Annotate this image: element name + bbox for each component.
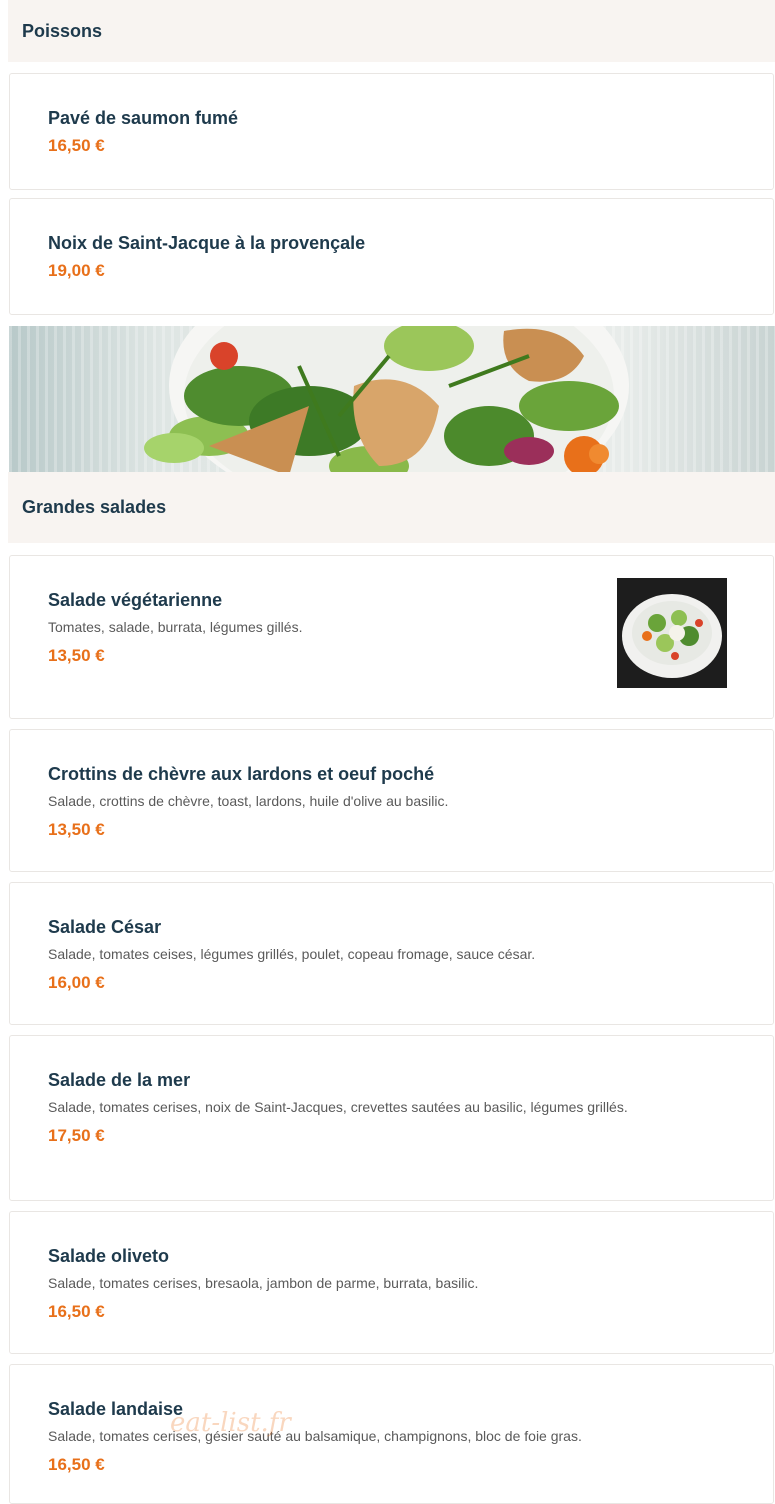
- item-name: Salade landaise: [48, 1399, 184, 1419]
- item-description: Salade, tomates cerises, gésier sauté au…: [48, 1428, 582, 1444]
- item-price: 16,50 €: [48, 136, 105, 155]
- item-price: 19,00 €: [48, 261, 105, 280]
- menu-item-card[interactable]: Salade oliveto Salade, tomates cerises, …: [9, 1211, 774, 1354]
- menu-item-card[interactable]: Salade végétarienne Tomates, salade, bur…: [9, 555, 774, 719]
- item-name: Salade végétarienne: [48, 590, 223, 610]
- section-header-grandes-salades: Grandes salades: [8, 472, 775, 543]
- item-price: 13,50 €: [48, 646, 105, 665]
- menu-item-card[interactable]: Pavé de saumon fumé 16,50 €: [9, 73, 774, 190]
- salad-thumbnail-illustration: [622, 594, 722, 678]
- item-name: Crottins de chèvre aux lardons et oeuf p…: [48, 764, 435, 784]
- section-title: Grandes salades: [22, 497, 167, 517]
- item-description: Salade, tomates ceises, légumes grillés,…: [48, 946, 536, 962]
- menu-item-card[interactable]: Salade landaise Salade, tomates cerises,…: [9, 1364, 774, 1504]
- menu-item-card[interactable]: Noix de Saint-Jacque à la provençale 19,…: [9, 198, 774, 315]
- item-name: Noix de Saint-Jacque à la provençale: [48, 233, 366, 253]
- item-thumbnail[interactable]: [617, 578, 727, 688]
- item-description: Salade, crottins de chèvre, toast, lardo…: [48, 793, 449, 809]
- item-description: Salade, tomates cerises, bresaola, jambo…: [48, 1275, 479, 1291]
- item-name: Salade oliveto: [48, 1246, 170, 1266]
- item-description: Tomates, salade, burrata, légumes gillés…: [48, 619, 303, 635]
- item-name: Pavé de saumon fumé: [48, 108, 239, 128]
- salad-banner-image: [9, 326, 775, 472]
- item-price: 16,00 €: [48, 973, 105, 992]
- item-name: Salade César: [48, 917, 162, 937]
- menu-item-card[interactable]: Salade César Salade, tomates ceises, lég…: [9, 882, 774, 1025]
- item-price: 16,50 €: [48, 1302, 105, 1321]
- item-price: 16,50 €: [48, 1455, 105, 1474]
- menu-item-card[interactable]: Salade de la mer Salade, tomates cerises…: [9, 1035, 774, 1201]
- watermark: eat-list.fr: [170, 1408, 291, 1438]
- section-title: Poissons: [22, 20, 103, 41]
- section-header-poissons: Poissons: [8, 0, 775, 62]
- item-price: 13,50 €: [48, 820, 105, 839]
- item-price: 17,50 €: [48, 1126, 105, 1145]
- salad-plate-illustration: [144, 326, 629, 472]
- item-description: Salade, tomates cerises, noix de Saint-J…: [48, 1099, 628, 1115]
- item-name: Salade de la mer: [48, 1070, 191, 1090]
- menu-item-card[interactable]: Crottins de chèvre aux lardons et oeuf p…: [9, 729, 774, 872]
